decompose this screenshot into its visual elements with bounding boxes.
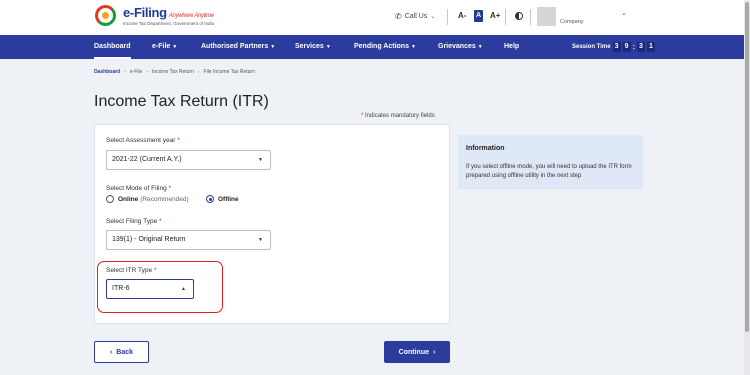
filing-type-select[interactable]: 139(1) - Original Return ▼ <box>106 230 271 250</box>
nav-efile[interactable]: e-File ▼ <box>152 35 177 59</box>
caret-down-icon: ▼ <box>258 157 263 163</box>
efiling-emblem-icon <box>93 3 119 27</box>
assessment-year-select[interactable]: 2021-22 (Current A.Y.) ▼ <box>106 150 271 170</box>
nav-pending-actions[interactable]: Pending Actions ▼ <box>354 35 416 59</box>
itr-type-label: Select ITR Type * <box>106 267 157 274</box>
session-digit: 9 <box>622 42 631 52</box>
mode-offline-radio[interactable]: Offline <box>206 195 239 203</box>
chevron-down-icon: ▼ <box>325 44 331 50</box>
back-button[interactable]: ‹ Back <box>94 341 149 363</box>
assessment-year-label: Select Assessment year * <box>106 137 180 144</box>
session-digit: 1 <box>646 42 655 52</box>
font-decrease-button[interactable]: A- <box>458 10 466 22</box>
avatar[interactable] <box>537 7 556 26</box>
breadcrumb-file-income-tax-return: File Income Tax Return <box>203 69 255 75</box>
page-title: Income Tax Return (ITR) <box>94 93 269 110</box>
breadcrumb-income-tax-return[interactable]: Income Tax Return <box>152 69 194 75</box>
phone-icon: ✆ <box>395 12 402 21</box>
logo-tagline: Anywhere Anytime <box>168 12 214 19</box>
chevron-right-icon: › <box>146 69 148 75</box>
divider <box>505 9 506 25</box>
top-header: e-Filing Anywhere Anytime Income Tax Depa… <box>0 0 744 35</box>
info-title: Information <box>466 145 505 152</box>
caret-down-icon: ▼ <box>258 237 263 243</box>
scrollbar-thumb[interactable] <box>745 2 749 332</box>
mandatory-note: * Indicates mandatory fields <box>361 113 435 119</box>
chevron-right-icon: › <box>197 69 200 75</box>
caret-up-icon: ▲ <box>181 286 186 292</box>
continue-button[interactable]: Continue › <box>384 341 450 363</box>
session-label: Session Time <box>572 44 611 50</box>
breadcrumb-efile[interactable]: e-File <box>130 69 143 75</box>
filing-type-label: Select Filing Type * <box>106 218 162 225</box>
divider <box>530 9 531 25</box>
information-panel: Information If you select offline mode, … <box>458 135 643 189</box>
logo-title: e-Filing <box>123 4 167 20</box>
chevron-left-icon: ‹ <box>109 348 113 356</box>
nav-services[interactable]: Services ▼ <box>295 35 331 59</box>
divider <box>447 9 448 25</box>
mode-of-filing-label: Select Mode of Filing * <box>106 185 172 192</box>
company-name: Company <box>560 19 584 25</box>
call-us-label: Call Us <box>404 13 428 20</box>
breadcrumb: Dashboard › e-File › Income Tax Return ›… <box>94 69 255 75</box>
session-digit: 3 <box>636 42 645 52</box>
chevron-down-icon: ▼ <box>270 44 276 50</box>
session-timer: Session Time 3 9 : 3 1 <box>572 42 655 52</box>
radio-online[interactable] <box>106 195 114 203</box>
itr-form-card: Select Assessment year * 2021-22 (Curren… <box>94 124 450 324</box>
session-colon: : <box>632 43 635 51</box>
chevron-down-icon: ▼ <box>477 44 483 50</box>
nav-dashboard[interactable]: Dashboard <box>94 35 131 59</box>
page-scrollbar[interactable] <box>744 0 750 375</box>
contrast-toggle-icon[interactable] <box>515 12 523 20</box>
chevron-down-icon: ▼ <box>410 44 416 50</box>
chevron-right-icon: › <box>432 348 436 356</box>
user-menu-chevron-icon[interactable]: ⌄ <box>621 9 627 17</box>
nav-help[interactable]: Help <box>504 35 519 59</box>
font-normal-button[interactable]: A <box>474 10 483 22</box>
nav-grievances[interactable]: Grievances ▼ <box>438 35 483 59</box>
chevron-down-icon: ⌄ <box>430 14 436 20</box>
mode-online-radio[interactable]: Online (Recommended) <box>106 195 189 203</box>
main-nav: Dashboard e-File ▼ Authorised Partners ▼ S… <box>0 35 744 59</box>
call-us-dropdown[interactable]: ✆ Call Us ⌄ <box>395 12 435 21</box>
session-digit: 3 <box>612 42 621 52</box>
chevron-right-icon: › <box>124 69 126 75</box>
efiling-logo[interactable]: e-Filing Anywhere Anytime Income Tax Depa… <box>93 3 214 27</box>
breadcrumb-dashboard[interactable]: Dashboard <box>94 69 120 75</box>
itr-type-select[interactable]: ITR-6 ▲ <box>106 279 194 299</box>
chevron-down-icon: ▼ <box>172 44 178 50</box>
radio-offline[interactable] <box>206 195 214 203</box>
logo-subtitle: Income Tax Department, Government of Ind… <box>123 20 214 26</box>
info-text: If you select offline mode, you will nee… <box>466 164 632 179</box>
font-increase-button[interactable]: A+ <box>490 10 500 22</box>
nav-authorised-partners[interactable]: Authorised Partners ▼ <box>201 35 275 59</box>
